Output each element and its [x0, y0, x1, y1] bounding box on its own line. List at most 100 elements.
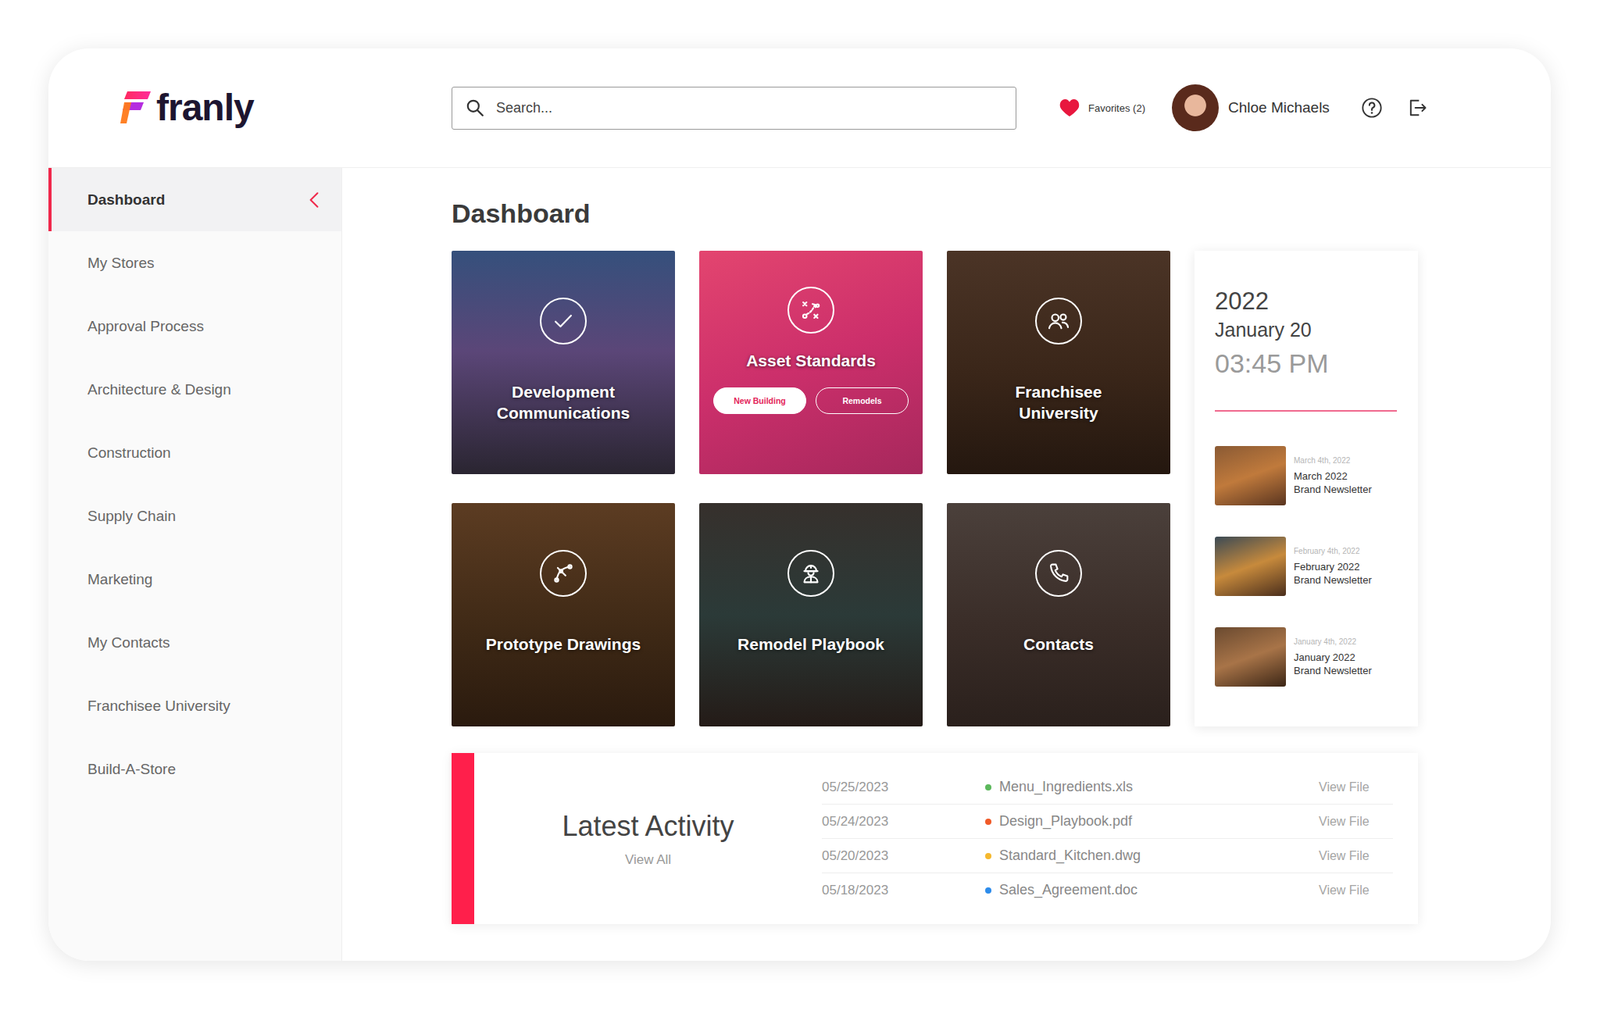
activity-date: 05/20/2023 [821, 848, 986, 865]
status-dot [985, 853, 992, 860]
sidebar-item[interactable]: My Stores [48, 231, 342, 295]
view-file-link[interactable]: View File [1318, 814, 1393, 829]
sidebar: Dashboard My Stores Approval Process Archit… [48, 167, 343, 961]
tile-icon-ring [539, 550, 587, 597]
sidebar-label: Build-A-Store [87, 760, 176, 779]
sidebar-item[interactable]: Approval Process [48, 294, 342, 358]
dashboard-tile[interactable]: Prototype Drawings [451, 503, 675, 727]
view-all-link[interactable]: View All [625, 852, 672, 868]
newsletter-item[interactable]: March 4th, 2022March 2022Brand Newslette… [1214, 446, 1398, 506]
newsletter-thumbnail [1214, 446, 1286, 506]
tile-icon-ring [1035, 550, 1083, 597]
sidebar-item[interactable]: Marketing [48, 547, 342, 611]
date-panel: 2022January 2003:45 PMMarch 4th, 2022Mar… [1194, 250, 1418, 727]
logo[interactable]: franly [48, 87, 452, 129]
sidebar-item[interactable]: Architecture & Design [48, 357, 342, 422]
activity-heading: Latest ActivityView All [474, 753, 822, 925]
sidebar-item[interactable]: Build-A-Store [48, 737, 342, 801]
tile-icon-ring [787, 550, 835, 597]
dashboard-tile[interactable]: Contacts [946, 503, 1171, 727]
latest-activity: Latest ActivityView All05/25/2023 Menu_In… [451, 753, 1418, 925]
accent-bar [451, 753, 475, 925]
sidebar-item[interactable]: Construction [48, 421, 342, 485]
status-dot [985, 887, 992, 894]
sidebar-label: Approval Process [87, 317, 204, 336]
sidebar-item[interactable]: Dashboard [48, 167, 342, 232]
dashboard-tile[interactable]: DevelopmentCommunications [451, 250, 675, 475]
view-file-link[interactable]: View File [1318, 849, 1393, 864]
favorites-button[interactable]: Favorites (2) [1058, 98, 1146, 118]
tile-label: Contacts [1014, 633, 1104, 655]
sidebar-item[interactable]: My Contacts [48, 610, 342, 675]
view-file-link[interactable]: View File [1318, 780, 1393, 795]
newsletter-item[interactable]: January 4th, 2022 January 2022Brand Newsl… [1214, 627, 1398, 687]
activity-row: 05/20/2023 Standard_Kitchen.dwg View File [821, 839, 1393, 874]
tile-button[interactable]: Remodels [815, 387, 909, 415]
activity-row: 05/18/2023Sales_Agreement.docView File [821, 873, 1393, 908]
sidebar-label: Architecture & Design [87, 381, 232, 399]
tile-label: DevelopmentCommunications [487, 381, 640, 424]
user-menu[interactable]: Chloe Michaels [1171, 84, 1330, 132]
activity-list: 05/25/2023Menu_Ingredients.xlsView File0… [821, 753, 1418, 925]
activity-file: Design_Playbook.pdf [985, 813, 1319, 830]
newsletter-item[interactable]: February 4th, 2022February 2022Brand New… [1214, 536, 1398, 597]
search-input[interactable] [494, 99, 1004, 118]
strategy-icon [797, 296, 825, 324]
users-icon [1045, 307, 1072, 335]
sidebar-label: My Contacts [87, 634, 171, 652]
dashboard-tile[interactable]: Asset Standards New Building Remodels [699, 250, 923, 475]
view-file-link[interactable]: View File [1318, 883, 1393, 898]
tile-button[interactable]: New Building [713, 387, 807, 415]
newsletter-title: March 2022Brand Newsletter [1293, 469, 1372, 497]
tile-icon-ring [539, 297, 587, 345]
newsletter-text: February 4th, 2022February 2022Brand New… [1293, 546, 1372, 587]
phone-icon [1045, 560, 1072, 587]
dashboard-grid: DevelopmentCommunications Asset Standards… [451, 250, 1418, 727]
body: Dashboard My Stores Approval Process Archit… [48, 167, 1551, 961]
activity-row: 05/24/2023 Design_Playbook.pdf View File [821, 804, 1393, 840]
activity-date: 05/25/2023 [821, 779, 986, 796]
tile-icon-ring [1035, 297, 1083, 345]
newsletter-date: January 4th, 2022 [1293, 637, 1372, 647]
tile-icon-ring [787, 286, 835, 334]
dashboard-tile[interactable]: FranchiseeUniversity [946, 250, 1171, 475]
sidebar-label: Construction [87, 444, 172, 462]
sidebar-label: My Stores [87, 254, 155, 272]
avatar [1171, 84, 1219, 132]
newsletter-text: March 4th, 2022March 2022Brand Newslette… [1293, 456, 1372, 497]
help-icon[interactable] [1360, 96, 1383, 119]
heart-icon [1058, 98, 1081, 118]
sidebar-item[interactable]: Supply Chain [48, 484, 342, 548]
activity-file: Menu_Ingredients.xls [985, 778, 1319, 796]
file-name: Standard_Kitchen.dwg [999, 847, 1141, 865]
chevron-left-icon[interactable] [308, 191, 320, 209]
user-name: Chloe Michaels [1228, 99, 1330, 117]
check-icon [550, 307, 577, 335]
logout-icon[interactable] [1406, 96, 1429, 119]
tile-label: FranchiseeUniversity [1006, 381, 1112, 424]
dashboard-tile[interactable]: Remodel Playbook [699, 503, 923, 727]
activity-date: 05/18/2023 [821, 882, 986, 899]
header-actions: Favorites (2) Chloe Michaels [1058, 84, 1429, 132]
tile-label: Asset Standards [736, 350, 886, 372]
file-name: Menu_Ingredients.xls [999, 778, 1133, 796]
app-window: franly Favorites (2) Chloe Michaels Dashboa… [48, 48, 1551, 961]
tile-buttons: New Building Remodels [713, 387, 909, 415]
favorites-label: Favorites (2) [1088, 102, 1146, 115]
file-name: Design_Playbook.pdf [999, 813, 1133, 830]
newsletter-title: January 2022Brand Newsletter [1293, 650, 1372, 678]
newsletter-thumbnail [1214, 536, 1286, 597]
logo-mark-icon [120, 89, 152, 127]
activity-row: 05/25/2023 Menu_Ingredients.xls View File [821, 770, 1393, 805]
worker-icon [797, 560, 825, 587]
activity-date: 05/24/2023 [821, 814, 986, 830]
vector-pen-icon [550, 560, 577, 587]
newsletter-list: March 4th, 2022March 2022Brand Newslette… [1214, 446, 1398, 687]
sidebar-item[interactable]: Franchisee University [48, 674, 342, 738]
tile-label: Prototype Drawings [476, 633, 650, 655]
search-field[interactable] [451, 86, 1017, 130]
newsletter-date: February 4th, 2022 [1293, 546, 1372, 556]
sidebar-label: Franchisee University [87, 697, 231, 715]
date: January 20 [1214, 316, 1398, 343]
status-dot [985, 784, 992, 791]
